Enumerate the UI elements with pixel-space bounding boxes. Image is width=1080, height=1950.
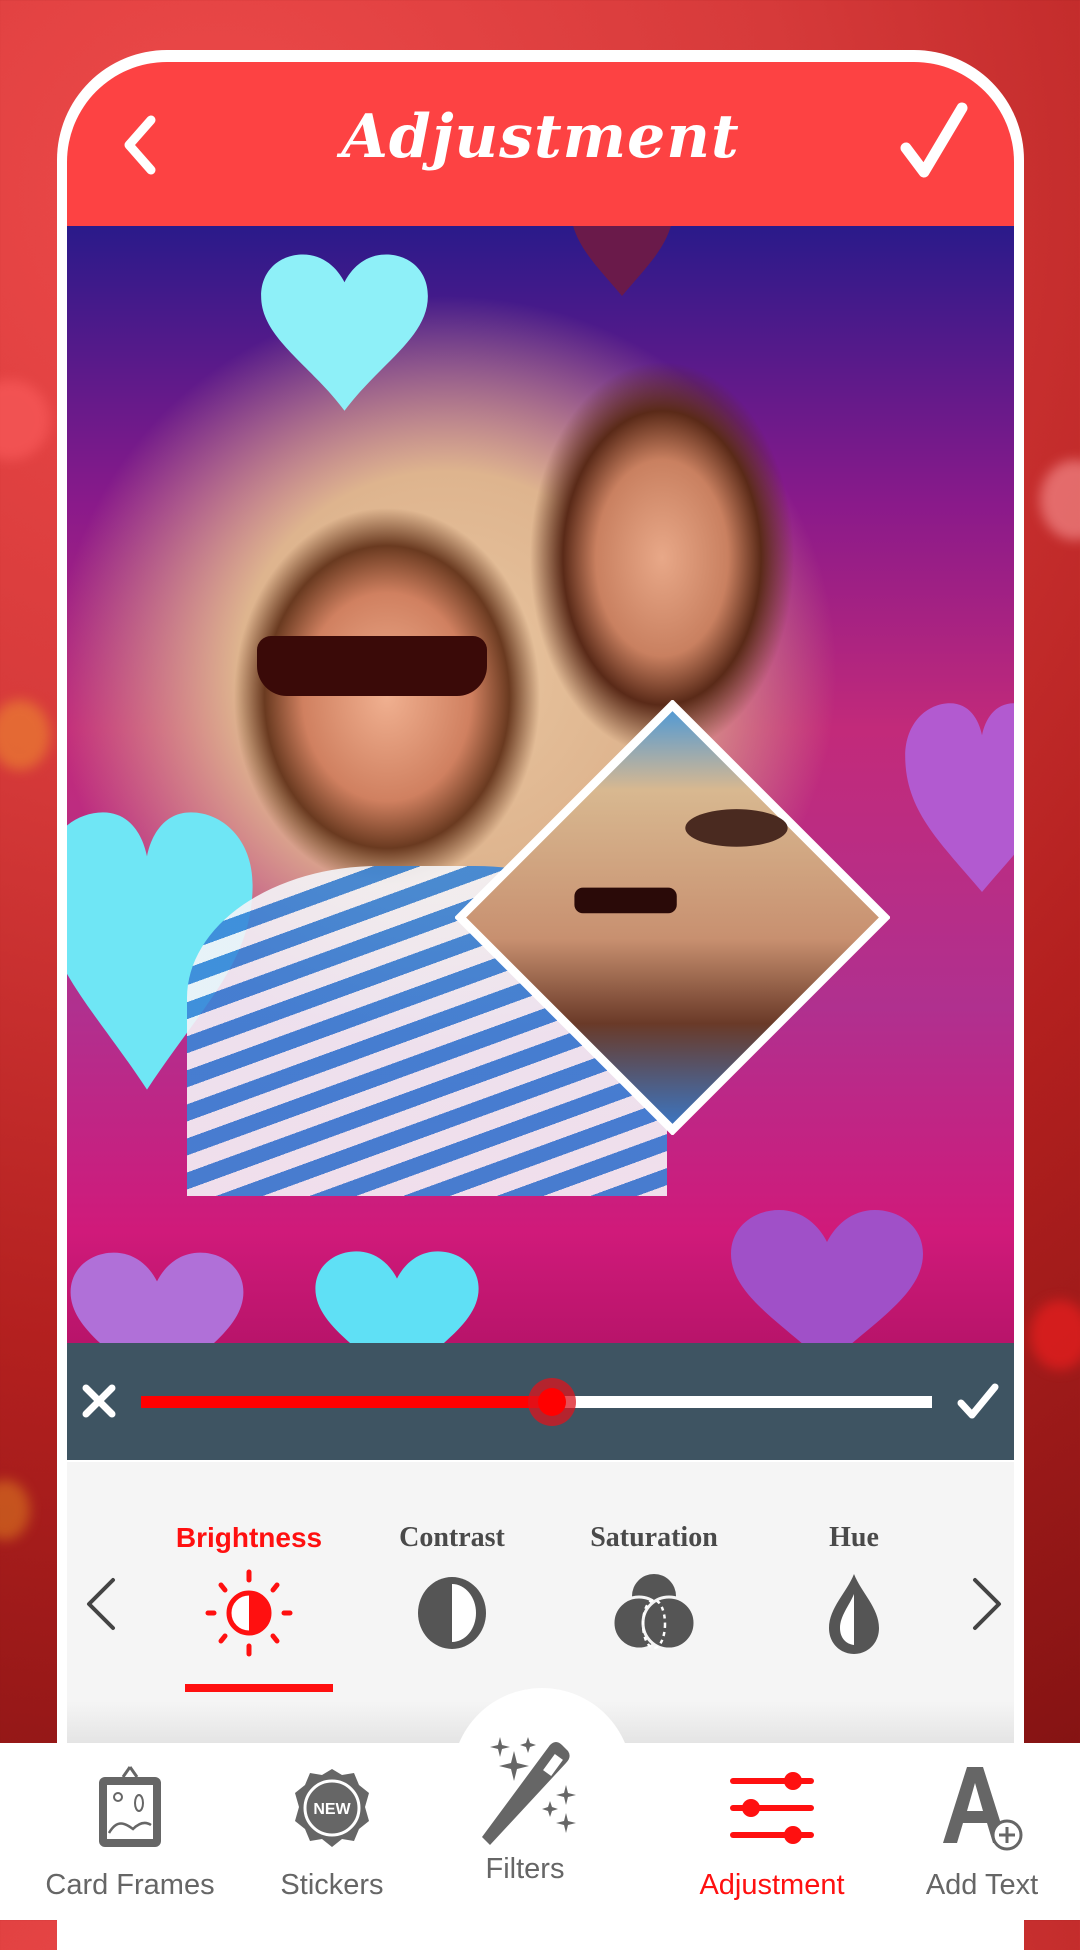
nav-label: Card Frames (45, 1869, 215, 1901)
saturation-icon (611, 1574, 697, 1651)
page-title: Adjustment (341, 102, 740, 172)
heart-sticker (905, 703, 1014, 892)
nav-filters[interactable]: Filters (425, 1733, 625, 1886)
sunglasses (257, 636, 487, 696)
app-header: Adjustment (67, 62, 1014, 226)
tool-label: Hue (829, 1522, 879, 1553)
slider-thumb[interactable] (528, 1378, 577, 1426)
heart-sticker (315, 1251, 479, 1343)
prev-tool-button[interactable] (81, 1574, 121, 1634)
bokeh-heart (0, 380, 50, 460)
heart-sticker (70, 1252, 244, 1343)
new-badge-icon: NEW (295, 1769, 369, 1847)
bottom-navigation: Card Frames NEW Stickers Filters Adjustm… (0, 1737, 1080, 1920)
tool-brightness[interactable]: Brightness (159, 1522, 339, 1692)
active-tool-indicator (185, 1684, 333, 1692)
next-tool-button[interactable] (967, 1574, 1007, 1634)
nav-adjustment[interactable]: Adjustment (672, 1763, 872, 1902)
hue-drop-icon (829, 1574, 879, 1654)
bokeh-heart (0, 700, 50, 770)
checkmark-icon (900, 102, 968, 178)
tool-label: Saturation (590, 1522, 718, 1553)
bokeh-heart (0, 1480, 30, 1540)
chevron-right-icon (973, 1578, 1001, 1630)
tool-label: Brightness (175, 1522, 323, 1553)
bokeh-heart (1030, 1300, 1080, 1370)
tool-contrast[interactable]: Contrast (362, 1522, 542, 1658)
nav-label: Stickers (280, 1869, 384, 1901)
heart-sticker (573, 226, 671, 296)
nav-label: Filters (485, 1853, 565, 1885)
apply-adjustment-button[interactable] (956, 1381, 1000, 1421)
sliders-icon (730, 1772, 814, 1844)
nav-stickers[interactable]: NEW Stickers (232, 1763, 432, 1902)
nav-card-frames[interactable]: Card Frames (30, 1763, 230, 1902)
chevron-left-icon (87, 1578, 115, 1630)
photo-canvas[interactable] (67, 226, 1014, 1343)
new-badge-text: NEW (313, 1801, 351, 1818)
nav-label: Adjustment (699, 1869, 845, 1901)
tool-hue[interactable]: Hue (764, 1522, 944, 1658)
add-text-icon (943, 1767, 1023, 1851)
close-icon (82, 1384, 116, 1418)
brightness-icon (205, 1569, 293, 1657)
heart-sticker (731, 1210, 923, 1343)
confirm-button[interactable] (900, 102, 970, 182)
brightness-slider-track[interactable] (141, 1378, 932, 1426)
contrast-icon (418, 1577, 486, 1649)
tool-label: Contrast (399, 1522, 505, 1553)
magic-wand-icon (482, 1737, 576, 1845)
bokeh-heart (1040, 460, 1080, 540)
nav-label: Add Text (925, 1869, 1039, 1901)
cancel-adjustment-button[interactable] (81, 1383, 117, 1419)
picture-frame-icon (99, 1766, 161, 1847)
checkmark-icon (957, 1383, 999, 1419)
nav-add-text[interactable]: Add Text (882, 1763, 1080, 1902)
tool-saturation[interactable]: Saturation (564, 1522, 744, 1658)
heart-sticker (261, 254, 428, 411)
diamond-photo-frame[interactable] (455, 700, 890, 1135)
slider-fill (141, 1396, 553, 1408)
adjustment-slider-bar (67, 1343, 1014, 1460)
